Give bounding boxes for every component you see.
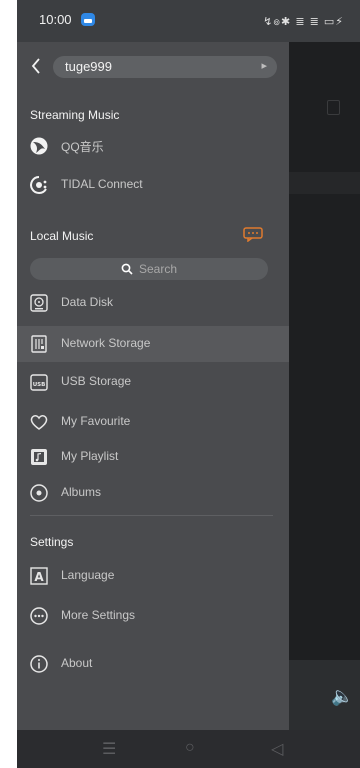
back-arrow-icon[interactable] [29, 56, 47, 76]
status-time: 10:00 [39, 12, 72, 27]
svg-text:USB: USB [33, 382, 46, 388]
menu-item-language[interactable]: A Language [17, 558, 289, 594]
qq-music-icon [29, 136, 49, 156]
search-icon [121, 262, 133, 275]
menu-item-my-playlist[interactable]: My Playlist [17, 439, 289, 475]
info-icon [29, 654, 49, 674]
section-title-streaming: Streaming Music [30, 108, 120, 122]
navigation-drawer: tuge999 ▸ Streaming Music QQ音乐 TIDAL Con… [17, 42, 289, 730]
menu-item-network-storage[interactable]: Network Storage [17, 326, 289, 362]
user-bar: tuge999 ▸ [27, 52, 277, 82]
more-settings-icon [29, 606, 49, 626]
section-title-settings: Settings [30, 535, 74, 549]
system-nav-bar: ☰ ○ ◁ [17, 730, 360, 768]
menu-item-my-favourite[interactable]: My Favourite [17, 404, 289, 440]
menu-item-label: USB Storage [61, 374, 132, 388]
language-icon: A [29, 566, 49, 586]
menu-item-label: Network Storage [61, 336, 151, 350]
screen-margin [0, 0, 17, 768]
svg-text:A: A [34, 570, 44, 584]
menu-item-label: More Settings [61, 608, 136, 622]
disk-icon [29, 293, 49, 313]
playlist-icon [29, 447, 49, 467]
user-name: tuge999 [65, 59, 112, 74]
menu-item-tidal-connect[interactable]: TIDAL Connect [17, 167, 289, 203]
back-icon[interactable]: ◁ [271, 739, 283, 759]
notification-app-icon [81, 13, 95, 26]
usb-icon: USB [29, 372, 49, 392]
menu-icon[interactable]: ☰ [102, 739, 116, 759]
search-placeholder: Search [139, 262, 178, 276]
menu-item-label: TIDAL Connect [61, 177, 143, 191]
menu-item-label: About [61, 656, 93, 670]
menu-item-albums[interactable]: Albums [17, 475, 289, 511]
menu-item-label: QQ音乐 [61, 140, 104, 154]
tidal-icon [29, 175, 49, 195]
menu-item-label: Data Disk [61, 295, 114, 309]
main-content-strip [289, 172, 360, 194]
status-icons: ↯๏✱ ≣ ≣ ▭⚡ [263, 16, 344, 28]
menu-item-more-settings[interactable]: More Settings [17, 598, 289, 634]
document-icon [327, 100, 340, 115]
message-icon[interactable] [243, 227, 263, 243]
user-selector[interactable]: tuge999 ▸ [53, 56, 277, 78]
status-bar: 10:00 ↯๏✱ ≣ ≣ ▭⚡ [17, 0, 360, 42]
menu-item-usb-storage[interactable]: USB USB Storage [17, 364, 289, 400]
menu-item-about[interactable]: About [17, 646, 289, 682]
home-icon[interactable]: ○ [185, 739, 195, 757]
menu-item-label: My Favourite [61, 414, 131, 428]
album-icon [29, 483, 49, 503]
menu-item-label: Language [61, 568, 115, 582]
menu-item-data-disk[interactable]: Data Disk [17, 285, 289, 321]
menu-item-qq-music[interactable]: QQ音乐 [17, 128, 289, 164]
menu-item-label: Albums [61, 485, 102, 499]
menu-item-label: My Playlist [61, 449, 119, 463]
network-storage-icon [29, 334, 49, 354]
chevron-right-icon: ▸ [261, 60, 267, 72]
search-input[interactable]: Search [30, 258, 268, 280]
heart-icon [29, 412, 49, 432]
phone-screen: 10:00 ↯๏✱ ≣ ≣ ▭⚡ 🔈 tuge999 ▸ Streaming M… [17, 0, 360, 768]
speaker-icon[interactable]: 🔈 [331, 686, 353, 707]
main-content-overlay[interactable] [289, 42, 360, 730]
section-title-local: Local Music [30, 229, 94, 243]
divider [30, 515, 273, 516]
